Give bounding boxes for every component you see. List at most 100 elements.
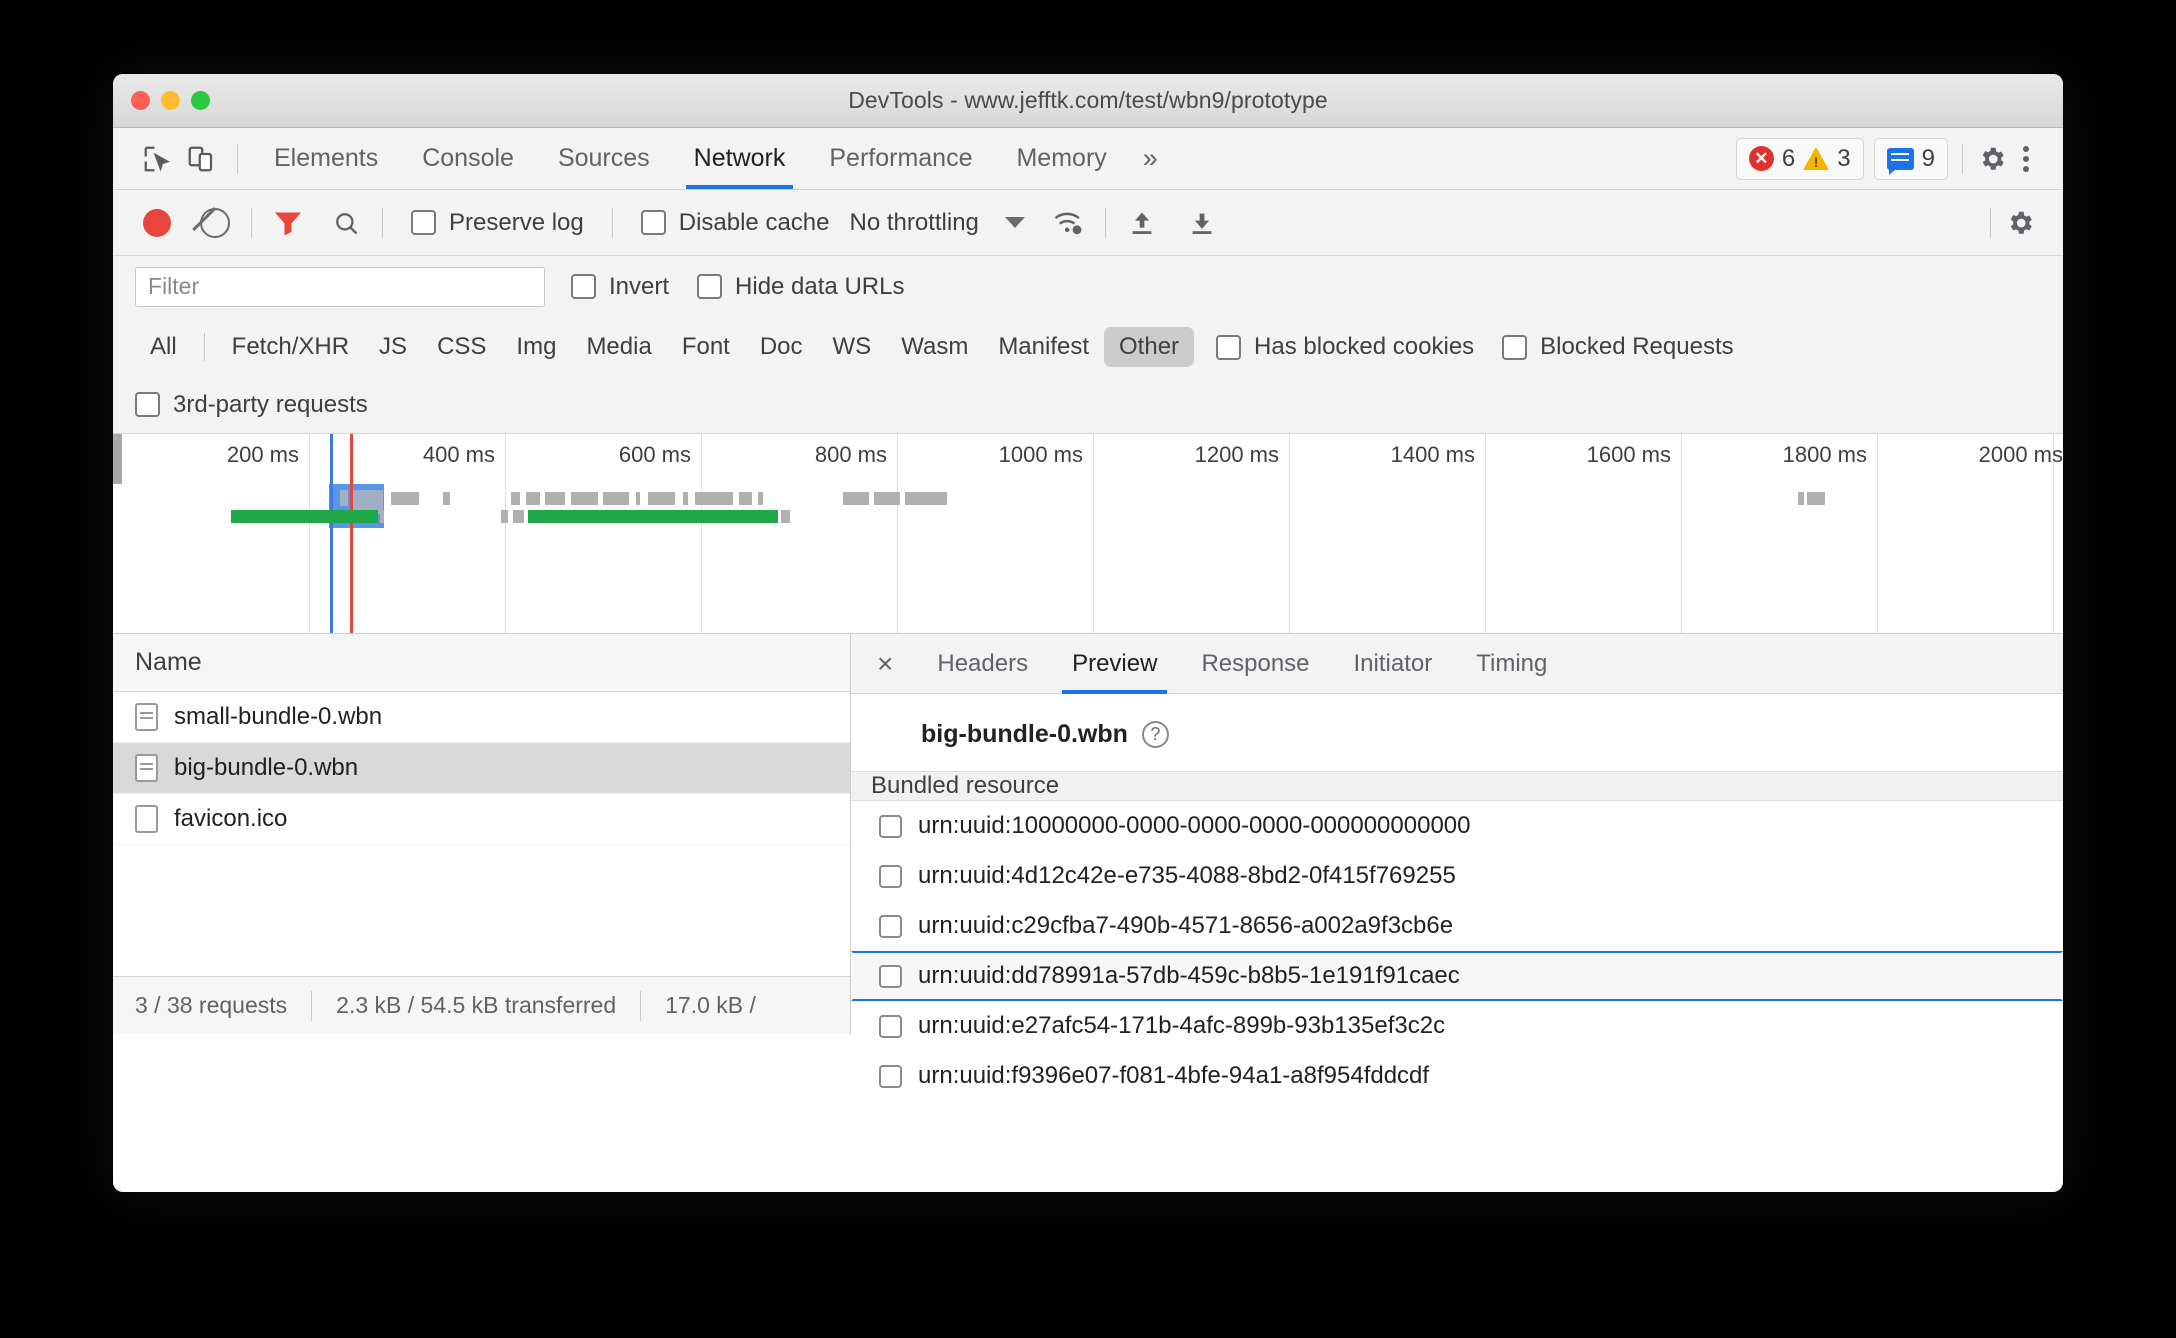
has-blocked-cookies-checkbox[interactable]: Has blocked cookies <box>1194 333 1488 361</box>
devtools-tabstrip: Elements Console Sources Network Perform… <box>113 128 2063 190</box>
hide-data-urls-checkbox[interactable]: Hide data URLs <box>683 273 918 301</box>
request-column-header[interactable]: Name <box>113 634 850 692</box>
type-filter-img[interactable]: Img <box>501 327 571 367</box>
type-filter-all[interactable]: All <box>135 327 192 367</box>
search-icon[interactable] <box>324 201 368 245</box>
gear-icon[interactable] <box>1977 144 2007 174</box>
overview-scrollbar[interactable] <box>113 434 122 484</box>
network-settings-gear-icon[interactable] <box>2005 208 2035 238</box>
type-filter-manifest[interactable]: Manifest <box>983 327 1104 367</box>
tab-response[interactable]: Response <box>1179 634 1331 694</box>
help-icon[interactable]: ? <box>1141 721 1169 748</box>
overview-bar-segment <box>380 510 384 523</box>
network-overview-timeline[interactable]: 200 ms 400 ms 600 ms 800 ms 1000 ms 1200… <box>113 434 2063 634</box>
throttling-dropdown[interactable]: No throttling <box>843 209 1025 237</box>
type-filter-media[interactable]: Media <box>571 327 666 367</box>
third-party-requests-label: 3rd-party requests <box>173 390 368 418</box>
close-icon[interactable]: × <box>877 649 915 678</box>
tab-preview[interactable]: Preview <box>1050 634 1179 694</box>
tab-console[interactable]: Console <box>400 128 536 189</box>
overview-bar-segment <box>843 492 869 505</box>
list-item[interactable]: urn:uuid:dd78991a-57db-459c-b8b5-1e191f9… <box>851 951 2063 1001</box>
invert-checkbox[interactable]: Invert <box>545 273 683 301</box>
inspect-element-icon[interactable] <box>135 137 179 181</box>
type-filter-other[interactable]: Other <box>1104 327 1195 367</box>
export-har-icon[interactable] <box>1180 201 1224 245</box>
overview-gridline <box>505 434 506 633</box>
filter-icon[interactable] <box>266 201 310 245</box>
overview-bar-segment <box>571 492 598 505</box>
list-item[interactable]: urn:uuid:c29cfba7-490b-4571-8656-a002a9f… <box>851 901 2063 951</box>
type-filter-fetch-xhr[interactable]: Fetch/XHR <box>217 327 364 367</box>
overview-bar-green <box>528 510 778 523</box>
bundled-resource-urn: urn:uuid:10000000-0000-0000-0000-0000000… <box>918 812 1471 839</box>
checkbox-box <box>135 392 160 417</box>
table-row[interactable]: favicon.ico <box>113 794 850 845</box>
type-filter-ws[interactable]: WS <box>818 327 887 367</box>
preview-title-row: big-bundle-0.wbn ? <box>851 694 2063 771</box>
resources-size: 17.0 kB / <box>665 992 756 1018</box>
type-filter-doc[interactable]: Doc <box>745 327 818 367</box>
third-party-requests-checkbox[interactable]: 3rd-party requests <box>135 391 382 419</box>
file-icon <box>879 964 902 988</box>
type-filter-font[interactable]: Font <box>667 327 745 367</box>
tab-label: Headers <box>937 649 1029 677</box>
overview-tick-label: 800 ms <box>814 442 887 467</box>
record-button-icon[interactable] <box>135 201 179 245</box>
tab-label: Initiator <box>1353 649 1433 677</box>
clear-icon[interactable] <box>193 201 237 245</box>
resource-type-filters: All Fetch/XHR JS CSS Img Media Font Doc … <box>113 318 2063 376</box>
messages-counter[interactable]: 9 <box>1873 137 1948 180</box>
more-tabs-icon[interactable]: » <box>1129 143 1172 174</box>
tab-label: Preview <box>1072 649 1158 677</box>
bundled-resource-list: urn:uuid:10000000-0000-0000-0000-0000000… <box>851 801 2063 1101</box>
list-item[interactable]: urn:uuid:f9396e07-f081-4bfe-94a1-a8f954f… <box>851 1051 2063 1101</box>
preserve-log-checkbox[interactable]: Preserve log <box>397 209 598 237</box>
tab-timing[interactable]: Timing <box>1454 634 1569 694</box>
overview-gridline <box>1877 434 1878 633</box>
tab-elements[interactable]: Elements <box>252 128 400 189</box>
type-filter-js[interactable]: JS <box>364 327 422 367</box>
tab-label: Network <box>693 144 786 172</box>
tab-network[interactable]: Network <box>672 128 808 189</box>
list-item[interactable]: urn:uuid:4d12c42e-e735-4088-8bd2-0f415f7… <box>851 851 2063 901</box>
overview-gridline <box>309 434 310 633</box>
kebab-menu-icon[interactable] <box>2007 145 2045 172</box>
tab-sources[interactable]: Sources <box>536 128 672 189</box>
network-conditions-icon[interactable] <box>1047 201 1091 245</box>
disable-cache-label: Disable cache <box>678 208 830 236</box>
table-row[interactable]: big-bundle-0.wbn <box>113 743 850 794</box>
requests-count: 3 / 38 requests <box>135 992 288 1018</box>
net-divider-3 <box>611 207 613 238</box>
filter-row: Invert Hide data URLs <box>113 256 2063 318</box>
tab-initiator[interactable]: Initiator <box>1332 634 1455 694</box>
overview-bar-segment <box>511 492 520 505</box>
preview-resource-name: big-bundle-0.wbn <box>921 720 1128 748</box>
tab-performance[interactable]: Performance <box>807 128 994 189</box>
type-filter-css[interactable]: CSS <box>422 327 501 367</box>
filter-input[interactable] <box>135 266 545 307</box>
blocked-requests-checkbox[interactable]: Blocked Requests <box>1488 333 1747 361</box>
minimize-window-button[interactable] <box>161 91 180 110</box>
overview-gridline <box>1289 434 1290 633</box>
preserve-log-label: Preserve log <box>449 208 584 236</box>
close-window-button[interactable] <box>131 91 150 110</box>
import-har-icon[interactable] <box>1120 201 1164 245</box>
table-row[interactable]: small-bundle-0.wbn <box>113 692 850 743</box>
tab-memory[interactable]: Memory <box>994 128 1128 189</box>
zoom-window-button[interactable] <box>191 91 210 110</box>
issues-counter[interactable]: ✕ 6 3 <box>1735 137 1864 180</box>
overview-bar-segment <box>603 492 629 505</box>
disable-cache-checkbox[interactable]: Disable cache <box>627 209 844 237</box>
net-divider-4 <box>1104 207 1106 238</box>
network-lower-split: Name small-bundle-0.wbn big-bundle-0.wbn… <box>113 634 2063 1089</box>
list-item[interactable]: urn:uuid:e27afc54-171b-4afc-899b-93b135e… <box>851 1001 2063 1051</box>
device-toolbar-icon[interactable] <box>179 137 223 181</box>
overview-bar-segment <box>1798 492 1804 505</box>
tab-headers[interactable]: Headers <box>915 634 1050 694</box>
overview-tick-label: 1600 ms <box>1586 442 1671 467</box>
list-item[interactable]: urn:uuid:10000000-0000-0000-0000-0000000… <box>851 801 2063 851</box>
bundled-resource-urn: urn:uuid:4d12c42e-e735-4088-8bd2-0f415f7… <box>918 862 1456 889</box>
type-filter-wasm[interactable]: Wasm <box>886 327 983 367</box>
checkbox-box <box>697 274 723 299</box>
